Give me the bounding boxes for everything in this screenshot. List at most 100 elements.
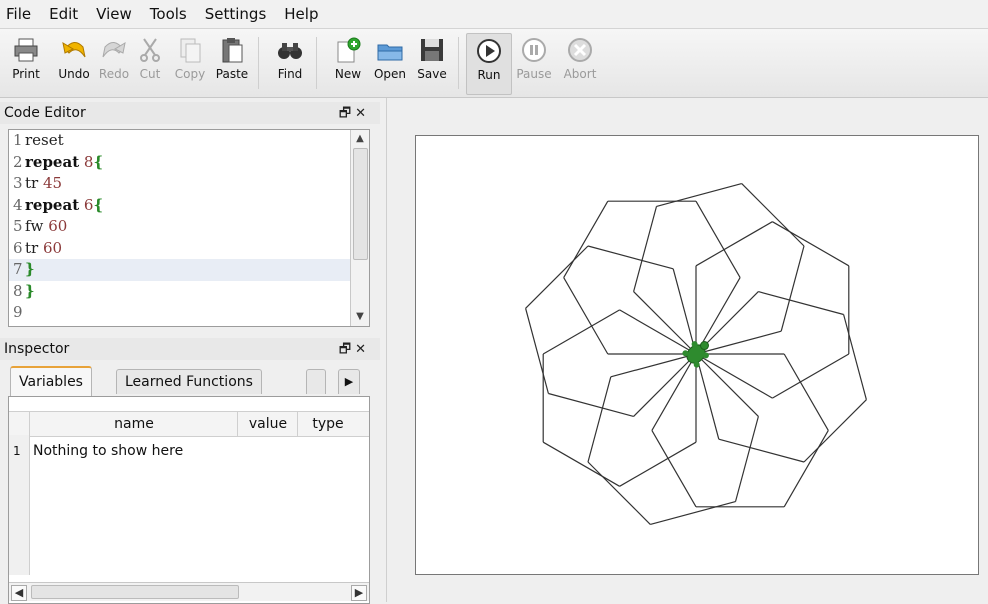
turtle-path-segment bbox=[619, 441, 697, 487]
turtle-path-segment bbox=[542, 441, 620, 487]
print-button[interactable]: Print bbox=[4, 33, 48, 93]
tab-scroll-right-icon[interactable]: ▶ bbox=[338, 369, 360, 394]
scroll-left-icon[interactable]: ◀ bbox=[11, 585, 27, 601]
code-line[interactable]: 9 bbox=[9, 302, 369, 324]
turtle-path-segment bbox=[542, 309, 620, 355]
copy-button[interactable]: Copy bbox=[168, 33, 212, 93]
column-type[interactable]: type bbox=[297, 412, 358, 436]
code-line[interactable]: 8} bbox=[9, 281, 369, 303]
turtle-path-segment bbox=[780, 245, 805, 332]
paste-label: Paste bbox=[215, 67, 249, 81]
toolbar-separator bbox=[316, 37, 317, 89]
line-number: 7 bbox=[13, 260, 23, 278]
floppy-disk-icon bbox=[421, 39, 443, 61]
code-line[interactable]: 1 reset bbox=[9, 130, 369, 152]
turtle-path-segment bbox=[718, 438, 805, 463]
row-number: 1 bbox=[13, 444, 21, 458]
play-icon bbox=[477, 39, 501, 63]
turtle-path-segment bbox=[650, 501, 736, 525]
pause-button[interactable]: Pause bbox=[512, 33, 556, 93]
cut-button[interactable]: Cut bbox=[128, 33, 172, 93]
abort-label: Abort bbox=[563, 67, 597, 81]
new-file-icon bbox=[337, 37, 361, 63]
line-number: 3 bbox=[13, 174, 23, 192]
turtle-path-segment bbox=[525, 245, 589, 309]
code-line[interactable]: 6 tr 60 bbox=[9, 238, 369, 260]
line-number: 6 bbox=[13, 238, 23, 257]
code-argument: 60 bbox=[48, 217, 68, 235]
cut-label: Cut bbox=[139, 67, 161, 81]
toolbar: Print Undo Redo Cut Copy Paste Find New … bbox=[0, 29, 988, 98]
scroll-thumb[interactable] bbox=[353, 148, 368, 260]
turtle-path-segment bbox=[587, 245, 674, 270]
new-label: New bbox=[334, 67, 362, 81]
inspector-titlebar: Inspector 🗗✕ bbox=[0, 338, 380, 360]
scroll-up-icon[interactable]: ▲ bbox=[353, 132, 367, 146]
turtle-path-segment bbox=[563, 200, 609, 278]
scroll-right-icon[interactable]: ▶ bbox=[351, 585, 367, 601]
code-line[interactable]: 3 tr 45 bbox=[9, 173, 369, 195]
menu-view[interactable]: View bbox=[90, 5, 144, 23]
turtle-path-segment bbox=[695, 221, 773, 267]
column-name[interactable]: name bbox=[29, 412, 238, 436]
table-horizontal-scrollbar[interactable]: ◀ ▶ bbox=[9, 582, 369, 601]
canvas-area bbox=[386, 98, 988, 602]
paste-button[interactable]: Paste bbox=[210, 33, 254, 93]
menu-tools[interactable]: Tools bbox=[144, 5, 199, 23]
code-lines[interactable]: 1 reset 2 repeat 8{3 tr 45 4 repeat 6{5 fw 60 6 t… bbox=[9, 130, 369, 324]
editor-vertical-scrollbar[interactable]: ▲ ▼ bbox=[350, 130, 369, 326]
turtle-path-segment bbox=[783, 353, 829, 431]
undo-button[interactable]: Undo bbox=[52, 33, 96, 93]
abort-button[interactable]: Abort bbox=[558, 33, 602, 93]
code-brace: } bbox=[25, 260, 35, 278]
turtle-path-segment bbox=[563, 277, 609, 355]
inspector-dock-buttons[interactable]: 🗗✕ bbox=[339, 340, 370, 362]
turtle-path-segment bbox=[651, 430, 697, 508]
turtle-path-segment bbox=[656, 183, 742, 207]
scroll-thumb[interactable] bbox=[31, 585, 239, 599]
tab-variables[interactable]: Variables bbox=[10, 366, 92, 396]
turtle-path-segment bbox=[633, 206, 658, 292]
line-number: 5 bbox=[13, 217, 23, 235]
menu-settings[interactable]: Settings bbox=[199, 5, 279, 23]
open-button[interactable]: Open bbox=[368, 33, 412, 93]
code-argument: 45 bbox=[42, 174, 63, 192]
scroll-down-icon[interactable]: ▼ bbox=[353, 310, 367, 324]
save-button[interactable]: Save bbox=[410, 33, 454, 93]
column-value[interactable]: value bbox=[237, 412, 298, 436]
row-text: Nothing to show here bbox=[33, 443, 184, 459]
copy-icon bbox=[180, 38, 201, 63]
code-editor-dock-buttons[interactable]: 🗗✕ bbox=[339, 104, 370, 126]
new-button[interactable]: New bbox=[326, 33, 370, 93]
turtle-path-segment bbox=[587, 376, 612, 463]
tab-learned-functions[interactable]: Learned Functions bbox=[116, 369, 262, 394]
turtle-path-segment bbox=[741, 183, 805, 247]
code-command: tr bbox=[25, 238, 39, 257]
code-brace: { bbox=[93, 195, 104, 214]
turtle-path-segment bbox=[548, 392, 634, 417]
copy-label: Copy bbox=[174, 67, 206, 81]
code-argument: 60 bbox=[42, 238, 63, 257]
code-line[interactable]: 4 repeat 6{ bbox=[9, 195, 369, 217]
code-line[interactable]: 2 repeat 8{ bbox=[9, 152, 369, 174]
stop-icon bbox=[568, 38, 592, 62]
tab-overflow[interactable] bbox=[306, 369, 326, 394]
line-number: 1 bbox=[13, 131, 23, 149]
open-label: Open bbox=[373, 67, 407, 81]
menu-edit[interactable]: Edit bbox=[43, 5, 90, 23]
scissors-icon bbox=[140, 38, 160, 62]
pause-icon bbox=[522, 38, 546, 62]
turtle-path-segment bbox=[695, 330, 782, 355]
code-editor[interactable]: 1 reset 2 repeat 8{3 tr 45 4 repeat 6{5 fw 60 6 t… bbox=[8, 129, 370, 327]
code-line[interactable]: 5 fw 60 bbox=[9, 216, 369, 238]
print-label: Print bbox=[12, 67, 40, 81]
menu-file[interactable]: File bbox=[0, 5, 43, 23]
code-command: repeat bbox=[25, 152, 80, 171]
code-brace: { bbox=[93, 152, 104, 171]
table-header: name value type bbox=[9, 411, 369, 437]
menu-help[interactable]: Help bbox=[278, 5, 330, 23]
run-button[interactable]: Run bbox=[466, 33, 512, 95]
find-button[interactable]: Find bbox=[268, 33, 312, 93]
code-line[interactable]: 7} bbox=[9, 259, 369, 281]
code-command: tr bbox=[25, 174, 39, 192]
